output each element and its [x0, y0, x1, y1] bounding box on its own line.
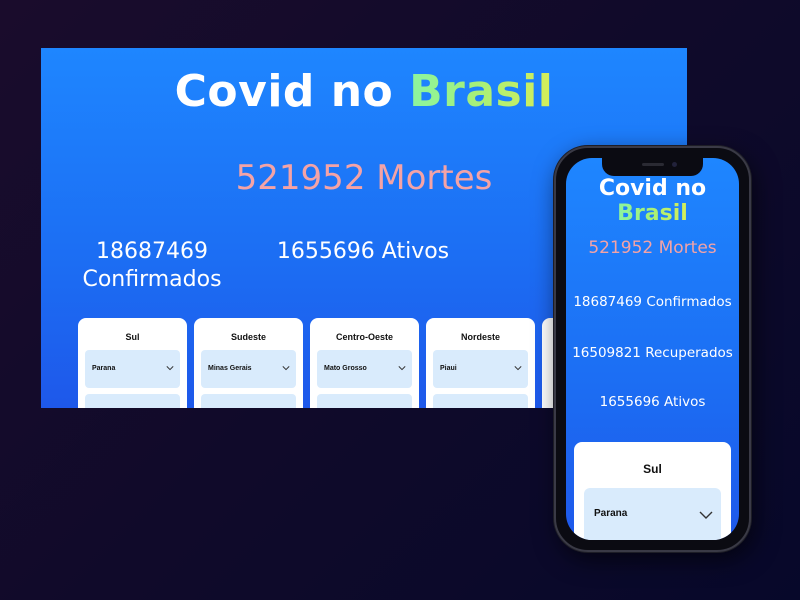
chevron-down-icon: [699, 511, 713, 519]
mobile-page-title: Covid no Brasil: [566, 176, 739, 226]
state-select-value: Parana: [92, 365, 116, 372]
phone-notch: [602, 158, 703, 176]
chevron-down-icon: [282, 366, 290, 371]
state-select[interactable]: Parana: [584, 488, 721, 540]
state-select[interactable]: Minas Gerais: [201, 350, 296, 388]
confirmed-stat: 18687469 Confirmados: [41, 238, 267, 294]
region-title: Sul: [125, 332, 140, 342]
chevron-down-icon: [398, 366, 406, 371]
chevron-down-icon: [166, 366, 174, 371]
phone-frame: Covid no Brasil 521952 Mortes 18687469 C…: [554, 146, 751, 552]
mobile-deaths-count: 521952 Mortes: [588, 238, 717, 258]
title-prefix: Covid no: [174, 66, 410, 117]
mobile-active-stat: 1655696 Ativos: [599, 394, 706, 410]
region-card-nordeste: Nordeste Piaui: [426, 318, 535, 408]
region-title: Centro-Oeste: [335, 332, 393, 342]
state-select-value: Mato Grosso: [324, 365, 367, 372]
mobile-confirmed-stat: 18687469 Confirmados: [573, 294, 732, 310]
secondary-select[interactable]: [201, 394, 296, 408]
mobile-recovered-stat: 16509821 Recuperados: [572, 345, 733, 361]
confirmed-number: 18687469: [96, 239, 208, 264]
confirmed-label: Confirmados: [82, 267, 222, 292]
secondary-select[interactable]: [433, 394, 528, 408]
title-prefix: Covid no: [598, 176, 707, 201]
region-title: Sul: [643, 462, 662, 476]
secondary-select[interactable]: [85, 394, 180, 408]
region-card-sul: Sul Parana: [78, 318, 187, 408]
region-title: Sudeste: [230, 332, 266, 342]
region-card-centro-oeste: Centro-Oeste Mato Grosso: [310, 318, 419, 408]
state-select-value: Minas Gerais: [208, 365, 252, 372]
title-highlight: Brasil: [617, 201, 688, 226]
state-select[interactable]: Mato Grosso: [317, 350, 412, 388]
chevron-down-icon: [514, 366, 522, 371]
region-card-sudeste: Sudeste Minas Gerais: [194, 318, 303, 408]
state-select[interactable]: Piaui: [433, 350, 528, 388]
secondary-select[interactable]: [317, 394, 412, 408]
state-select[interactable]: Parana: [85, 350, 180, 388]
camera-icon: [672, 162, 677, 167]
title-highlight: Brasil: [409, 66, 554, 117]
active-stat: 1655696 Ativos: [276, 239, 450, 264]
mobile-region-card: Sul Parana: [574, 442, 731, 540]
state-select-value: Piaui: [440, 365, 457, 372]
page-title: Covid no Brasil: [41, 66, 687, 117]
phone-screen: Covid no Brasil 521952 Mortes 18687469 C…: [566, 158, 739, 540]
state-select-value: Parana: [594, 508, 628, 519]
region-title: Nordeste: [460, 332, 500, 342]
speaker-icon: [642, 163, 664, 166]
